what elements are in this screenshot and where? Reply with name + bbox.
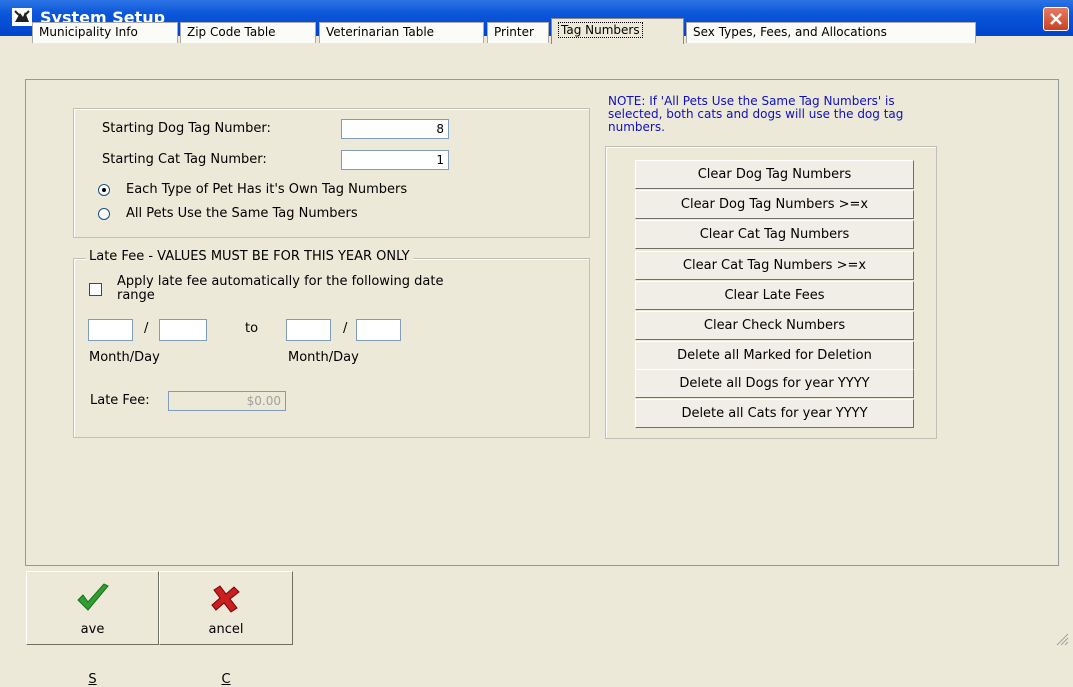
tab-label: Municipality Info	[39, 25, 138, 39]
close-icon	[1050, 13, 1062, 25]
cancel-label: Cancel	[208, 622, 244, 687]
apply-late-fee-label-line2[interactable]: range	[117, 288, 155, 303]
tab-municipality-info[interactable]: Municipality Info	[32, 22, 178, 43]
from-day-input[interactable]	[159, 319, 207, 341]
tab-veterinarian-table[interactable]: Veterinarian Table	[319, 22, 484, 43]
late-fee-amount-label: Late Fee:	[90, 393, 150, 408]
tab-label: Veterinarian Table	[326, 25, 435, 39]
radio-same-tag-numbers-label[interactable]: All Pets Use the Same Tag Numbers	[126, 206, 358, 221]
to-date-caption: Month/Day	[288, 350, 359, 365]
cat-tag-input[interactable]: 1	[341, 150, 449, 170]
close-button[interactable]	[1043, 7, 1069, 31]
tab-zip-code-table[interactable]: Zip Code Table	[180, 22, 316, 43]
app-icon	[12, 8, 32, 26]
clear-check-numbers-button[interactable]: Clear Check Numbers	[635, 311, 914, 340]
note-line: numbers.	[608, 120, 665, 134]
apply-late-fee-checkbox[interactable]	[89, 283, 102, 296]
from-month-input[interactable]	[88, 319, 133, 341]
checkmark-icon	[77, 583, 109, 611]
to-label: to	[245, 321, 259, 336]
radio-own-tag-numbers[interactable]	[98, 184, 110, 196]
to-month-input[interactable]	[286, 319, 331, 341]
delete-marked-button[interactable]: Delete all Marked for Deletion	[635, 341, 914, 370]
tab-printer[interactable]: Printer	[487, 22, 549, 43]
cat-tag-label: Starting Cat Tag Number:	[102, 152, 267, 167]
tab-label: Sex Types, Fees, and Allocations	[693, 25, 887, 39]
note-text: NOTE: If 'All Pets Use the Same Tag Numb…	[608, 95, 903, 134]
clear-cat-tag-numbers-gte-button[interactable]: Clear Cat Tag Numbers >=x	[635, 251, 914, 280]
radio-own-tag-numbers-label[interactable]: Each Type of Pet Has it's Own Tag Number…	[126, 182, 407, 197]
from-date-caption: Month/Day	[89, 350, 160, 365]
dog-tag-input[interactable]: 8	[341, 119, 449, 139]
tab-label: Tag Numbers	[558, 22, 643, 38]
clear-cat-tag-numbers-button[interactable]: Clear Cat Tag Numbers	[635, 220, 914, 249]
radio-same-tag-numbers[interactable]	[98, 208, 110, 220]
clear-dog-tag-numbers-gte-button[interactable]: Clear Dog Tag Numbers >=x	[635, 190, 914, 219]
tab-tag-numbers[interactable]: Tag Numbers	[551, 18, 684, 44]
tab-label: Printer	[494, 25, 534, 39]
tab-sex-types-fees-allocations[interactable]: Sex Types, Fees, and Allocations	[686, 22, 976, 43]
apply-late-fee-label[interactable]: Apply late fee automatically for the fol…	[117, 274, 443, 289]
save-button[interactable]: Save	[26, 571, 159, 687]
dog-tag-label: Starting Dog Tag Number:	[102, 121, 271, 136]
delete-cats-for-year-button[interactable]: Delete all Cats for year YYYY	[635, 399, 914, 428]
delete-dogs-for-year-button[interactable]: Delete all Dogs for year YYYY	[635, 369, 914, 398]
clear-late-fees-button[interactable]: Clear Late Fees	[635, 281, 914, 310]
save-label: Save	[80, 622, 105, 687]
late-fee-legend: Late Fee - VALUES MUST BE FOR THIS YEAR …	[86, 249, 413, 264]
clear-dog-tag-numbers-button[interactable]: Clear Dog Tag Numbers	[635, 160, 914, 189]
to-day-input[interactable]	[356, 319, 401, 341]
late-fee-amount-input: $0.00	[168, 391, 286, 411]
cancel-button[interactable]: Cancel	[159, 571, 293, 687]
date-separator: /	[144, 321, 149, 336]
x-icon	[211, 585, 240, 613]
tab-label: Zip Code Table	[187, 25, 276, 39]
date-separator: /	[343, 321, 348, 336]
resize-grip-icon[interactable]	[1055, 632, 1069, 646]
